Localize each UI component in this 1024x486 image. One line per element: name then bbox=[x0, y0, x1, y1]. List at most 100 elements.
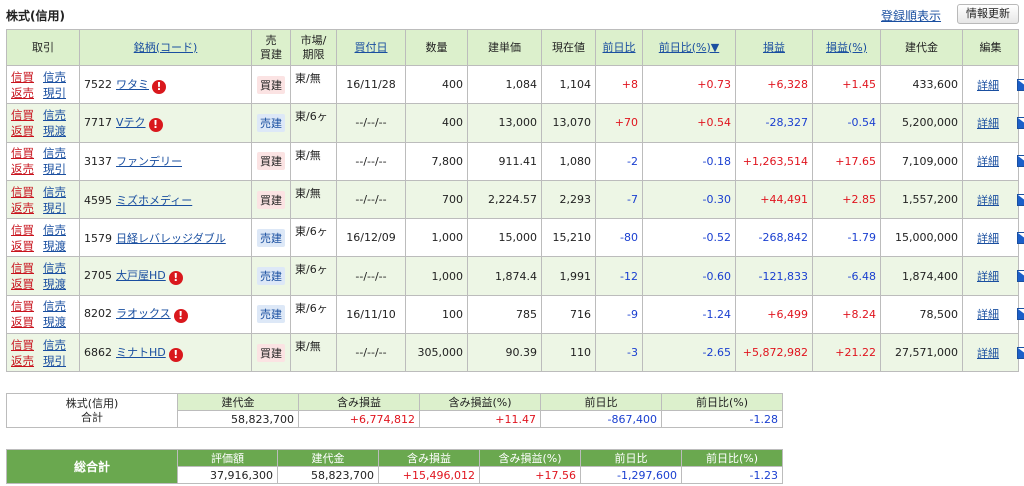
alert-icon[interactable]: ! bbox=[148, 117, 163, 132]
col-header-pl[interactable]: 損益 bbox=[735, 29, 813, 66]
trade-action-link[interactable]: 信売 bbox=[43, 107, 73, 123]
trade-action-link[interactable]: 返買 bbox=[11, 238, 41, 254]
mail-icon[interactable] bbox=[1017, 270, 1024, 283]
trade-action-link[interactable]: 信買 bbox=[11, 337, 41, 353]
detail-link[interactable]: 詳細 bbox=[977, 232, 999, 245]
stock-name-link[interactable]: Vテク bbox=[116, 116, 146, 129]
mail-icon[interactable] bbox=[1017, 231, 1024, 244]
trade-action-link[interactable]: 現渡 bbox=[43, 276, 73, 292]
stock-name-link[interactable]: 日経レバレッジダブル bbox=[116, 232, 226, 245]
sort-by-pl-link[interactable]: 損益 bbox=[763, 41, 785, 54]
detail-link[interactable]: 詳細 bbox=[977, 194, 999, 207]
mail-icon[interactable] bbox=[1017, 78, 1024, 91]
cost-price: 13,000 bbox=[467, 103, 542, 143]
detail-link[interactable]: 詳細 bbox=[977, 270, 999, 283]
detail-link[interactable]: 詳細 bbox=[977, 155, 999, 168]
sort-by-chgpct-link[interactable]: 前日比(%)▼ bbox=[659, 41, 720, 54]
quantity: 100 bbox=[405, 294, 468, 335]
stock-name-link[interactable]: ミズホメディー bbox=[116, 194, 192, 207]
trade-action-link[interactable]: 信買 bbox=[11, 184, 41, 200]
sort-by-plpct-link[interactable]: 損益(%) bbox=[826, 41, 867, 54]
position-amount: 1,874,400 bbox=[880, 256, 963, 296]
trade-action-link[interactable]: 信買 bbox=[11, 222, 41, 238]
positions-table: 取引 銘柄(コード) 売 買建 市場/ 期限 買付日 数量 建単価 現在値 前日… bbox=[6, 29, 1024, 373]
stock-name-cell: 1579 日経レバレッジダブル bbox=[79, 218, 252, 258]
mail-icon[interactable] bbox=[1017, 155, 1024, 168]
mail-icon[interactable] bbox=[1017, 193, 1024, 206]
mail-icon[interactable] bbox=[1017, 308, 1024, 321]
sort-order-link[interactable]: 登録順表示 bbox=[881, 7, 941, 24]
alert-icon[interactable]: ! bbox=[168, 271, 183, 286]
trade-action-link[interactable]: 現渡 bbox=[43, 314, 73, 330]
trade-action-link[interactable]: 返売 bbox=[11, 161, 41, 177]
trade-action-link[interactable]: 信売 bbox=[43, 222, 73, 238]
cost-price: 15,000 bbox=[467, 218, 542, 258]
grand-total-unrealized-pl-pct: +17.56 bbox=[479, 466, 581, 484]
trade-action-link[interactable]: 信売 bbox=[43, 337, 73, 353]
stock-name-link[interactable]: ミナトHD bbox=[116, 346, 166, 359]
col-header-name[interactable]: 銘柄(コード) bbox=[79, 29, 252, 66]
trade-action-link[interactable]: 信売 bbox=[43, 145, 73, 161]
stock-name-link[interactable]: 大戸屋HD bbox=[116, 269, 166, 282]
subtotal-amount: 58,823,700 bbox=[177, 410, 299, 428]
side-cell: 売建 bbox=[251, 218, 291, 258]
mail-icon[interactable] bbox=[1017, 346, 1024, 359]
trade-action-link[interactable]: 返買 bbox=[11, 276, 41, 292]
profit-loss-pct: +2.85 bbox=[812, 179, 881, 220]
market-term: 東/無 bbox=[290, 141, 337, 181]
day-change-pct: -0.60 bbox=[642, 256, 736, 296]
subtotal-unrealized-pl-pct: +11.47 bbox=[419, 410, 541, 428]
quantity: 1,000 bbox=[405, 218, 468, 258]
mail-icon[interactable] bbox=[1017, 116, 1024, 129]
sort-by-name-link[interactable]: 銘柄(コード) bbox=[134, 41, 198, 54]
trade-action-link[interactable]: 信買 bbox=[11, 145, 41, 161]
detail-link[interactable]: 詳細 bbox=[977, 79, 999, 92]
current-price: 2,293 bbox=[541, 179, 596, 220]
col-header-chg[interactable]: 前日比 bbox=[595, 29, 643, 66]
trade-action-link[interactable]: 現引 bbox=[43, 85, 73, 101]
top-bar: 株式(信用) 登録順表示 情報更新 bbox=[0, 0, 1024, 28]
alert-icon[interactable]: ! bbox=[173, 309, 188, 324]
trade-action-link[interactable]: 返買 bbox=[11, 123, 41, 139]
trade-action-link[interactable]: 現引 bbox=[43, 353, 73, 369]
alert-icon[interactable]: ! bbox=[168, 347, 183, 362]
table-row: 信買 信売 返買 現渡 8202 ラオックス! 売建 東/6ヶ 16/11/10 100 785 71… bbox=[6, 294, 1024, 335]
stock-name-link[interactable]: ワタミ bbox=[116, 78, 149, 91]
col-header-date[interactable]: 買付日 bbox=[336, 29, 406, 66]
col-header-chgpct[interactable]: 前日比(%)▼ bbox=[642, 29, 736, 66]
purchase-date: --/--/-- bbox=[336, 256, 406, 296]
trade-action-link[interactable]: 現引 bbox=[43, 161, 73, 177]
trade-action-link[interactable]: 信買 bbox=[11, 298, 41, 314]
trade-action-link[interactable]: 現渡 bbox=[43, 238, 73, 254]
day-change: +8 bbox=[595, 64, 643, 105]
trade-action-link[interactable]: 現引 bbox=[43, 200, 73, 216]
trade-action-link[interactable]: 返売 bbox=[11, 353, 41, 369]
sort-by-date-link[interactable]: 買付日 bbox=[355, 41, 388, 54]
stock-name-link[interactable]: ラオックス bbox=[116, 307, 171, 320]
col-header-plpct[interactable]: 損益(%) bbox=[812, 29, 881, 66]
col-header-price: 現在値 bbox=[541, 29, 596, 66]
trade-action-link[interactable]: 信買 bbox=[11, 69, 41, 85]
trade-action-link[interactable]: 信買 bbox=[11, 107, 41, 123]
trade-action-link[interactable]: 信買 bbox=[11, 260, 41, 276]
trade-action-link[interactable]: 現渡 bbox=[43, 123, 73, 139]
trade-action-link[interactable]: 信売 bbox=[43, 298, 73, 314]
trade-action-link[interactable]: 信売 bbox=[43, 260, 73, 276]
trade-action-link[interactable]: 返売 bbox=[11, 200, 41, 216]
trade-action-link[interactable]: 返売 bbox=[11, 85, 41, 101]
grand-total-header: 含み損益 bbox=[378, 449, 480, 467]
stock-name-link[interactable]: ファンデリー bbox=[116, 155, 182, 168]
grand-total-header: 評価額 bbox=[177, 449, 278, 467]
sort-by-chg-link[interactable]: 前日比 bbox=[603, 41, 636, 54]
alert-icon[interactable]: ! bbox=[152, 79, 166, 94]
refresh-button[interactable]: 情報更新 bbox=[957, 4, 1019, 24]
trade-action-link[interactable]: 信売 bbox=[43, 184, 73, 200]
day-change: +70 bbox=[595, 103, 643, 143]
trade-actions: 信買 信売 返売 現引 bbox=[6, 333, 80, 373]
side-cell: 売建 bbox=[251, 294, 291, 335]
trade-action-link[interactable]: 信売 bbox=[43, 69, 73, 85]
detail-link[interactable]: 詳細 bbox=[977, 117, 999, 130]
detail-link[interactable]: 詳細 bbox=[977, 347, 999, 360]
detail-link[interactable]: 詳細 bbox=[977, 308, 999, 321]
trade-action-link[interactable]: 返買 bbox=[11, 314, 41, 330]
